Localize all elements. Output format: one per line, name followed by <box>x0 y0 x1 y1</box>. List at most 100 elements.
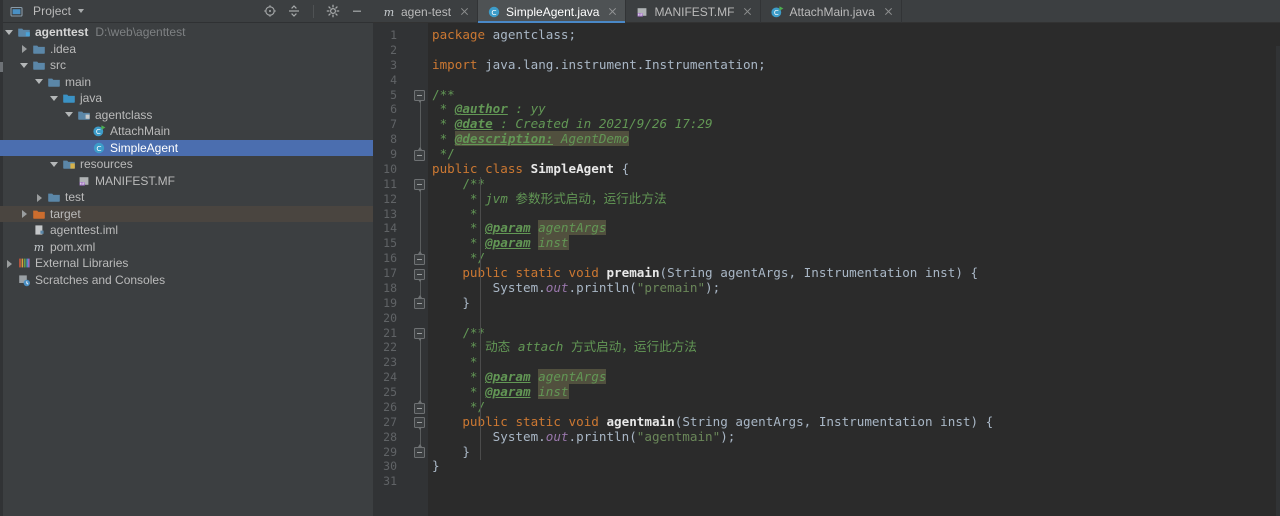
maven-icon: m <box>382 5 396 19</box>
code-line: * @date : Created in 2021/9/26 17:29 <box>432 116 713 132</box>
fold-end-icon[interactable] <box>414 146 425 161</box>
svg-text:m: m <box>33 241 43 254</box>
tree-node-agentclass[interactable]: agentclass <box>0 107 373 124</box>
tree-node-external-libraries[interactable]: External Libraries <box>0 255 373 272</box>
tree-expander-open[interactable] <box>49 93 60 104</box>
tree-node-scratches-and-consoles[interactable]: Scratches and Consoles <box>0 272 373 289</box>
libraries-icon <box>16 256 31 271</box>
tree-node-label: agenttest <box>35 25 89 40</box>
editor-scroll-area[interactable]: 1 2 3 4 5 6 7 8 9 10 11 12 13 14 15 16 17 18 19 20 21 22 23 24 2… <box>373 23 1280 516</box>
tree-node-main[interactable]: main <box>0 74 373 91</box>
project-icon <box>9 4 24 19</box>
java-class-runnable-icon: C <box>91 124 106 139</box>
toolbar-separator <box>313 4 314 18</box>
project-tree[interactable]: agenttest D:\web\agenttest .idea src main jav… <box>0 23 373 516</box>
fold-end-icon[interactable] <box>414 399 425 414</box>
tree-expander-open[interactable] <box>64 109 75 120</box>
tree-node-label: AttachMain <box>110 124 171 139</box>
tree-expander-open[interactable] <box>49 159 60 170</box>
editor-tab-label: MANIFEST.MF <box>654 4 735 19</box>
tree-node-label: main <box>65 74 92 89</box>
locate-icon[interactable] <box>263 4 277 18</box>
editor-tab-bar[interactable]: m agen-test C SimpleAgent.java MF MANIFEST.MF… <box>373 0 1280 23</box>
tree-expander-open[interactable] <box>19 60 30 71</box>
editor-tab-agen-test[interactable]: m agen-test <box>373 0 479 23</box>
tree-node-label: Scratches and Consoles <box>35 272 166 287</box>
tree-node-src[interactable]: src <box>0 57 373 74</box>
close-icon[interactable] <box>459 6 470 17</box>
tree-expander-closed[interactable] <box>34 192 45 203</box>
minimize-icon[interactable] <box>350 4 364 18</box>
editor-tab-label: agen-test <box>401 4 452 19</box>
tree-node-simpleagent[interactable]: C SimpleAgent <box>0 139 373 156</box>
tree-node-java[interactable]: java <box>0 90 373 107</box>
chevron-down-icon[interactable] <box>78 9 85 13</box>
project-title-group[interactable]: Project <box>9 4 85 19</box>
tree-expander-closed[interactable] <box>19 208 30 219</box>
editor-gutter[interactable]: 1 2 3 4 5 6 7 8 9 10 11 12 13 14 15 16 17 18 19 20 21 22 23 24 2… <box>373 23 428 516</box>
fold-end-icon[interactable] <box>414 295 425 310</box>
code-line: * jvm 参数形式启动，运行此方法 <box>432 190 667 206</box>
tree-node-label: pom.xml <box>50 239 96 254</box>
tree-node-idea[interactable]: .idea <box>0 41 373 58</box>
indent-guide <box>480 176 481 460</box>
tree-expander-closed[interactable] <box>19 43 30 54</box>
code-line: * @description: AgentDemo <box>432 131 630 147</box>
editor-tab-simpleagent-java[interactable]: C SimpleAgent.java <box>478 0 627 23</box>
svg-text:C: C <box>95 128 100 136</box>
folder-icon <box>31 41 46 56</box>
tree-node-target[interactable]: target <box>0 205 373 222</box>
fold-start-icon[interactable] <box>414 268 425 282</box>
editor-tab-attachmain-java[interactable]: C AttachMain.java <box>761 0 902 23</box>
code-text[interactable]: package agentclass; import java.lang.ins… <box>428 23 1280 516</box>
fold-region-line <box>419 333 421 408</box>
java-class-runnable-icon: C <box>770 5 784 19</box>
editor-tab-label: SimpleAgent.java <box>506 4 600 19</box>
editor-tab-manifest-mf[interactable]: MF MANIFEST.MF <box>626 0 762 23</box>
collapse-all-icon[interactable] <box>287 4 301 18</box>
fold-start-icon[interactable] <box>414 179 425 193</box>
code-line: * @param agentArgs <box>432 220 607 236</box>
fold-start-icon[interactable] <box>414 90 425 104</box>
tree-node-agenttest-iml[interactable]: agenttest.iml <box>0 222 373 239</box>
tree-node-agenttest[interactable]: agenttest D:\web\agenttest <box>0 24 373 41</box>
close-icon[interactable] <box>607 6 618 17</box>
excluded-folder-icon <box>31 206 46 221</box>
close-icon[interactable] <box>883 6 894 17</box>
fold-start-icon[interactable] <box>414 328 425 342</box>
fold-start-icon[interactable] <box>414 417 425 431</box>
code-line: public class SimpleAgent { <box>432 160 630 176</box>
code-line: * @author : yy <box>432 101 546 117</box>
tree-expander-open[interactable] <box>34 76 45 87</box>
tree-node-label: src <box>50 58 66 73</box>
code-line: System.out.println("premain"); <box>492 279 721 295</box>
fold-marker-column[interactable] <box>413 28 427 516</box>
fold-end-icon[interactable] <box>414 444 425 459</box>
fold-region-line <box>419 184 421 260</box>
tree-node-label: target <box>50 206 81 221</box>
svg-text:MF: MF <box>638 13 643 17</box>
code-line: } <box>432 443 470 459</box>
tree-node-manifest-mf[interactable]: MF MANIFEST.MF <box>0 173 373 190</box>
code-line: public static void agentmain(String agen… <box>462 413 994 429</box>
tree-expander-open[interactable] <box>4 27 15 38</box>
code-line: * <box>432 354 478 370</box>
code-line: package agentclass; <box>432 27 577 42</box>
code-line: } <box>432 294 470 310</box>
fold-end-icon[interactable] <box>414 250 425 265</box>
tree-node-label: agentclass <box>95 107 153 122</box>
svg-text:C: C <box>96 144 101 153</box>
tree-node-attachmain[interactable]: C AttachMain <box>0 123 373 140</box>
tree-node-label: java <box>80 91 103 106</box>
code-line: */ <box>432 146 455 161</box>
close-icon[interactable] <box>742 6 753 17</box>
tree-expander-closed[interactable] <box>4 258 15 269</box>
tree-node-pom-xml[interactable]: m pom.xml <box>0 239 373 256</box>
tree-node-resources[interactable]: resources <box>0 156 373 173</box>
ide-window: Project agenttest D:\web\agenttest .idea… <box>0 0 1280 516</box>
tree-node-test[interactable]: test <box>0 189 373 206</box>
gear-icon[interactable] <box>326 4 340 18</box>
